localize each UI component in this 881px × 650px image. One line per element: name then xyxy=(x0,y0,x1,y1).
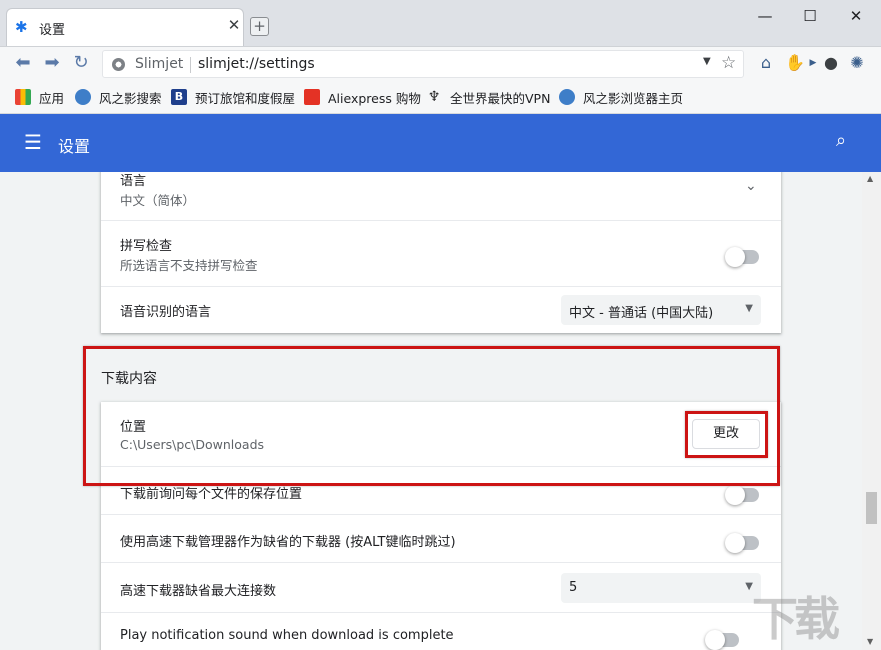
settings-globe-icon[interactable]: ✺ xyxy=(846,52,868,74)
speech-language-label: 语音识别的语言 xyxy=(120,305,212,320)
watermark-logo: 下载吧 xyxy=(752,592,840,646)
bookmark-search[interactable]: 风之影搜索 xyxy=(75,88,162,106)
max-connections-label: 高速下载器缺省最大连接数 xyxy=(120,584,277,599)
aliexpress-icon xyxy=(304,89,320,105)
max-connections-value: 5 xyxy=(569,580,578,595)
new-tab-button[interactable]: + xyxy=(250,17,269,36)
bookmark-label: Aliexpress 购物 xyxy=(328,90,421,106)
play-arrow-icon[interactable]: ▶ xyxy=(808,52,818,74)
close-tab-icon[interactable]: ✕ xyxy=(226,17,242,33)
chevron-down-icon[interactable]: ⌄ xyxy=(745,178,757,194)
notification-sound-toggle[interactable] xyxy=(705,630,739,650)
vpn-icon: ♆ xyxy=(427,89,441,105)
browser-toolbar: ⬅ ➡ ↻ Slimjet slimjet://settings ▼ ☆ ⌂ ✋… xyxy=(0,46,881,80)
bookmark-homepage[interactable]: 风之影浏览器主页 xyxy=(559,88,683,106)
site-icon xyxy=(112,58,125,71)
bookmark-label: 预订旅馆和度假屋 xyxy=(195,90,296,106)
divider xyxy=(190,57,191,73)
search-icon[interactable]: ⌕ xyxy=(836,131,856,151)
speech-language-row: 语音识别的语言 中文 - 普通话 (中国大陆) ▼ xyxy=(101,286,781,333)
title-bar: ✱ 设置 ✕ + — ☐ ✕ xyxy=(0,0,881,46)
forward-arrow-icon[interactable]: ➡ xyxy=(41,52,63,74)
bookmark-apps[interactable]: 应用 xyxy=(15,88,64,106)
languages-card: 语言 中文（简体） ⌄ 拼写检查 所选语言不支持拼写检查 语音识别的语言 中文 … xyxy=(101,172,781,333)
settings-content: 语言 中文（简体） ⌄ 拼写检查 所选语言不支持拼写检查 语音识别的语言 中文 … xyxy=(0,172,862,650)
tab-title: 设置 xyxy=(39,23,66,38)
fast-manager-toggle[interactable] xyxy=(725,533,759,553)
page-title: 设置 xyxy=(58,137,91,156)
speech-language-value: 中文 - 普通话 (中国大陆) xyxy=(569,306,714,321)
fast-manager-row: 使用高速下载管理器作为缺省的下载器 (按ALT键临时跳过) xyxy=(101,514,781,562)
bookmark-label: 应用 xyxy=(39,90,65,106)
site-name: Slimjet xyxy=(135,56,184,72)
change-button-highlight-box xyxy=(685,411,768,458)
spellcheck-description: 所选语言不支持拼写检查 xyxy=(120,258,258,273)
scroll-down-arrow-icon[interactable]: ▼ xyxy=(867,637,873,646)
spellcheck-toggle[interactable] xyxy=(725,247,759,267)
ask-location-toggle[interactable] xyxy=(725,485,759,505)
maximize-button[interactable]: ☐ xyxy=(790,6,830,28)
scroll-thumb[interactable] xyxy=(866,492,877,524)
globe-icon xyxy=(559,89,575,105)
bookmark-label: 风之影浏览器主页 xyxy=(583,90,684,106)
scroll-up-arrow-icon[interactable]: ▲ xyxy=(867,174,873,183)
account-icon[interactable]: ● xyxy=(820,52,842,74)
max-connections-select[interactable]: 5 ▼ xyxy=(561,573,761,603)
adblock-hand-icon[interactable]: ✋ xyxy=(784,52,806,74)
language-row[interactable]: 语言 中文（简体） ⌄ xyxy=(101,172,781,220)
tab-settings[interactable]: ✱ 设置 ✕ xyxy=(6,8,244,46)
page-scrollbar[interactable]: ▲ ▼ xyxy=(862,172,881,650)
globe-icon xyxy=(75,89,91,105)
language-value: 中文（简体） xyxy=(120,193,196,208)
bookmark-label: 全世界最快的VPN xyxy=(450,90,551,106)
dropdown-arrow-icon: ▼ xyxy=(745,303,753,314)
notification-sound-row: Play notification sound when download is… xyxy=(101,612,781,650)
spellcheck-row: 拼写检查 所选语言不支持拼写检查 xyxy=(101,220,781,286)
speech-language-select[interactable]: 中文 - 普通话 (中国大陆) ▼ xyxy=(561,295,761,325)
bookmark-label: 风之影搜索 xyxy=(99,90,162,106)
gear-icon: ✱ xyxy=(15,18,28,36)
close-window-button[interactable]: ✕ xyxy=(836,6,876,28)
url-text[interactable]: slimjet://settings xyxy=(198,56,315,72)
notification-sound-label: Play notification sound when download is… xyxy=(120,628,454,643)
home-icon[interactable]: ⌂ xyxy=(755,52,777,74)
settings-header: ☰ 设置 ⌕ xyxy=(0,114,881,172)
fast-manager-label: 使用高速下载管理器作为缺省的下载器 (按ALT键临时跳过) xyxy=(120,535,456,550)
bookmarks-bar: 应用 风之影搜索 B 预订旅馆和度假屋 Aliexpress 购物 ♆ 全世界最… xyxy=(0,80,881,114)
menu-icon[interactable]: ☰ xyxy=(24,132,44,152)
bookmark-booking[interactable]: B 预订旅馆和度假屋 xyxy=(171,88,295,106)
booking-icon: B xyxy=(171,89,187,105)
bookmark-aliexpress[interactable]: Aliexpress 购物 xyxy=(304,88,421,106)
language-label: 语言 xyxy=(120,174,147,189)
spellcheck-label: 拼写检查 xyxy=(120,239,173,254)
apps-grid-icon xyxy=(15,89,31,105)
max-connections-row: 高速下载器缺省最大连接数 5 ▼ xyxy=(101,562,781,612)
star-icon[interactable]: ☆ xyxy=(721,53,736,73)
downloads-highlight-box xyxy=(83,346,780,486)
reload-icon[interactable]: ↻ xyxy=(70,52,92,74)
dropdown-arrow-icon[interactable]: ▼ xyxy=(703,56,711,67)
back-arrow-icon[interactable]: ⬅ xyxy=(12,52,34,74)
minimize-button[interactable]: — xyxy=(745,6,785,28)
address-bar[interactable]: Slimjet slimjet://settings ▼ ☆ xyxy=(102,50,744,78)
bookmark-vpn[interactable]: ♆ 全世界最快的VPN xyxy=(426,88,551,106)
